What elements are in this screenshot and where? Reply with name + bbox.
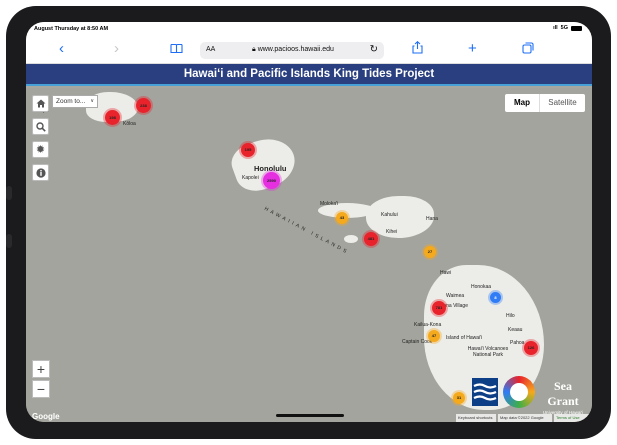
- place-label: Kōloa: [123, 121, 136, 127]
- share-icon[interactable]: [412, 40, 423, 59]
- sea-grant-name: Sea Grant: [547, 379, 579, 408]
- map-type-map-button[interactable]: Map: [505, 94, 539, 112]
- zoom-to-label: Zoom to...: [56, 98, 86, 105]
- tabs-icon[interactable]: [522, 41, 534, 59]
- place-label: Waimea: [446, 293, 465, 299]
- tide-cluster-marker[interactable]: 126: [524, 341, 538, 355]
- forward-icon[interactable]: ›: [114, 40, 119, 58]
- map-canvas[interactable]: Poipu Kōloa Honolulu Kapolei HAWAIIAN IS…: [26, 88, 592, 422]
- search-icon: [35, 121, 46, 132]
- tide-cluster-marker[interactable]: 43: [336, 212, 348, 224]
- map-type-satellite-button[interactable]: Satellite: [539, 94, 585, 112]
- gear-icon: ✹: [35, 144, 46, 156]
- tide-cluster-marker[interactable]: 2590: [263, 172, 280, 189]
- place-label: Hilo: [506, 313, 515, 319]
- place-label: Hawai'i Volcanoes National Park: [467, 346, 509, 358]
- battery-icon: [571, 25, 582, 31]
- place-label: Kailua-Kona: [414, 322, 442, 328]
- home-button[interactable]: [32, 95, 49, 112]
- network-label: 5G: [560, 25, 568, 31]
- terms-of-use-link[interactable]: Terms of Use: [554, 414, 592, 422]
- volume-button: [6, 234, 12, 248]
- tide-cluster-marker[interactable]: 8: [490, 292, 501, 303]
- place-label: Hawi: [440, 270, 452, 276]
- text-size-button[interactable]: AA: [206, 46, 215, 53]
- king-tides-logo: [503, 376, 535, 408]
- page-title-banner: Hawaiʻi and Pacific Islands King Tides P…: [26, 64, 592, 86]
- place-label: Kapolei: [242, 175, 259, 181]
- status-bar: August Thursday at 8:50 AM ıll 5G: [26, 22, 592, 36]
- map-data-attribution: Map data ©2022 Google: [498, 414, 552, 422]
- reload-icon[interactable]: ↻: [370, 44, 378, 55]
- lock-icon: 🔒︎: [252, 46, 256, 53]
- place-label: Hana: [426, 216, 438, 222]
- info-button[interactable]: [32, 164, 49, 181]
- signal-indicator: ıll 5G: [553, 25, 582, 31]
- pacioos-logo: [472, 378, 498, 406]
- settings-button[interactable]: ✹: [32, 141, 49, 158]
- google-logo[interactable]: Google: [32, 412, 60, 421]
- place-label: Keaau: [508, 327, 523, 333]
- home-indicator: [276, 414, 344, 417]
- place-label: Moloka'i: [320, 201, 339, 207]
- address-bar[interactable]: AA 🔒︎ www.pacioos.hawaii.edu ↻: [200, 42, 384, 59]
- status-time: August Thursday at 8:50 AM: [34, 26, 109, 32]
- tide-cluster-marker[interactable]: 781: [432, 301, 446, 315]
- tide-cluster-marker[interactable]: 195: [241, 143, 255, 157]
- kahoolawe-island: [344, 235, 358, 243]
- place-label: Pahoa: [510, 340, 525, 346]
- page-title: Hawaiʻi and Pacific Islands King Tides P…: [183, 68, 435, 80]
- tide-cluster-marker[interactable]: 481: [364, 232, 378, 246]
- url-value: www.pacioos.hawaii.edu: [257, 46, 334, 53]
- tide-cluster-marker[interactable]: 47: [428, 330, 440, 342]
- new-tab-icon[interactable]: +: [468, 40, 477, 58]
- zoom-out-button[interactable]: −: [32, 380, 50, 398]
- browser-toolbar: ‹ › AA 🔒︎ www.pacioos.hawaii.edu ↻ +: [26, 36, 592, 64]
- tide-cluster-marker[interactable]: 31: [453, 392, 465, 404]
- home-icon: [36, 99, 45, 108]
- sea-grant-logo: Sea Grant University of Hawai'i: [537, 379, 589, 415]
- search-button[interactable]: [32, 118, 49, 135]
- zoom-in-button[interactable]: +: [32, 360, 50, 378]
- place-label: Kihei: [386, 229, 398, 235]
- chevron-down-icon: ∨: [90, 98, 94, 104]
- zoom-to-select[interactable]: Zoom to... ∨: [52, 95, 98, 108]
- maui-island: [366, 196, 434, 238]
- info-icon: [35, 167, 46, 178]
- tide-cluster-marker[interactable]: 198: [105, 110, 120, 125]
- place-label: Island of Hawai'i: [446, 335, 483, 341]
- place-label: Kahului: [381, 212, 398, 218]
- back-icon[interactable]: ‹: [59, 40, 64, 58]
- volume-button: [6, 186, 12, 200]
- place-label: Captain Cook: [402, 339, 433, 345]
- place-label: Honokaa: [471, 284, 492, 290]
- url-text: 🔒︎ www.pacioos.hawaii.edu: [252, 46, 334, 54]
- tide-cluster-marker[interactable]: 27: [424, 246, 436, 258]
- keyboard-shortcuts-link[interactable]: Keyboard shortcuts: [456, 414, 496, 422]
- screen: August Thursday at 8:50 AM ıll 5G ‹ › AA…: [26, 22, 592, 422]
- bookmarks-icon[interactable]: [170, 41, 183, 59]
- tide-cluster-marker[interactable]: 238: [136, 98, 151, 113]
- signal-icon: ıll: [553, 25, 558, 31]
